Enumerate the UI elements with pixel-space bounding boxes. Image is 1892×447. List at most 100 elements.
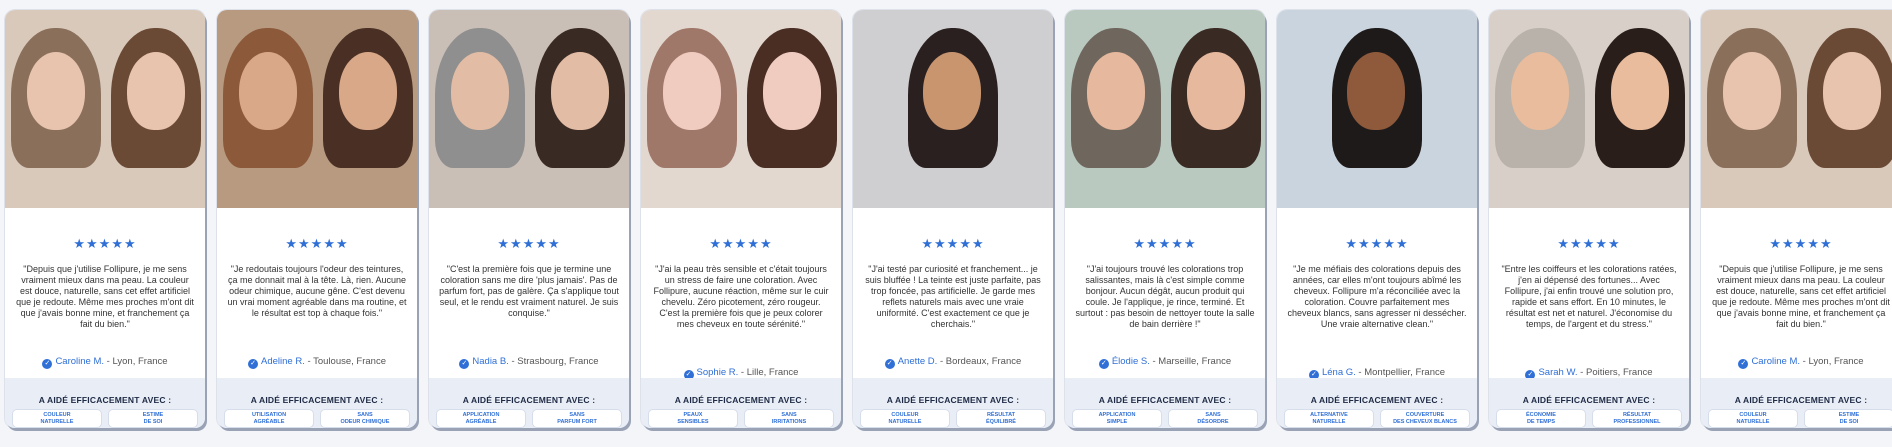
benefits-footer: A AIDÉ EFFICACEMENT AVEC : COULEUR NATURE…	[1701, 378, 1892, 428]
testimonial-card: ★★★★★ "C'est la première fois que je term…	[429, 10, 629, 428]
testimonial-quote: "J'ai la peau très sensible et c'était t…	[653, 264, 829, 329]
author-name: Sophie R.	[696, 367, 739, 378]
rating-stars: ★★★★★	[1133, 236, 1197, 251]
benefit-tag: SANS DÉSORDRE	[1169, 410, 1257, 427]
author-location: - Lille, France	[738, 367, 799, 378]
rating-stars: ★★★★★	[1557, 236, 1621, 251]
author-location: - Bordeaux, France	[937, 356, 1022, 367]
before-after-photo	[5, 10, 205, 208]
author-location: - Montpellier, France	[1355, 367, 1446, 378]
benefits-footer: A AIDÉ EFFICACEMENT AVEC : ÉCONOMIE DE TE…	[1489, 378, 1689, 428]
verified-check-icon: ✓	[459, 359, 470, 369]
testimonial-card: ★★★★★ "J'ai testé par curiosité et franch…	[853, 10, 1053, 428]
testimonial-card: ★★★★★ "J'ai toujours trouvé les coloratio…	[1065, 10, 1265, 428]
before-after-photo	[853, 10, 1053, 208]
rating-stars: ★★★★★	[285, 236, 349, 251]
benefits-title: A AIDÉ EFFICACEMENT AVEC :	[1522, 395, 1656, 405]
verified-check-icon: ✓	[1098, 359, 1109, 369]
testimonial-author: ✓ Élodie S. - Marseille, France	[1065, 356, 1265, 369]
testimonial-quote: "Depuis que j'utilise Follipure, je me s…	[1712, 264, 1890, 329]
author-location: - Toulouse, France	[304, 356, 386, 367]
testimonial-quote: "Depuis que j'utilise Follipure, je me s…	[16, 264, 194, 329]
benefit-tag: ESTIME DE SOI	[109, 410, 197, 427]
benefit-tag: ESTIME DE SOI	[1805, 410, 1892, 427]
benefit-tag: COUVERTURE DES CHEVEUX BLANCS	[1381, 410, 1469, 427]
before-after-photo	[1277, 10, 1477, 208]
benefit-tag: PEAUX SENSIBLES	[649, 410, 737, 427]
benefit-tag: ÉCONOMIE DE TEMPS	[1497, 410, 1585, 427]
benefits-footer: A AIDÉ EFFICACEMENT AVEC : UTILISATION AG…	[217, 378, 417, 428]
benefits-title: A AIDÉ EFFICACEMENT AVEC :	[1734, 395, 1868, 405]
before-after-photo	[641, 10, 841, 208]
testimonial-author: ✓ Caroline M. - Lyon, France	[5, 356, 205, 369]
benefit-tag: COULEUR NATURELLE	[861, 410, 949, 427]
testimonial-card: ★★★★★ "Depuis que j'utilise Follipure, je…	[1701, 10, 1892, 428]
author-location: - Lyon, France	[104, 356, 168, 367]
benefit-tag: APPLICATION AGRÉABLE	[437, 410, 525, 427]
benefit-tag: ALTERNATIVE NATURELLE	[1285, 410, 1373, 427]
verified-check-icon: ✓	[42, 359, 53, 369]
testimonial-quote: "J'ai toujours trouvé les colorations tr…	[1075, 264, 1255, 329]
rating-stars: ★★★★★	[73, 236, 137, 251]
author-location: - Marseille, France	[1149, 356, 1232, 367]
benefits-footer: A AIDÉ EFFICACEMENT AVEC : COULEUR NATURE…	[5, 378, 205, 428]
author-location: - Poitiers, France	[1577, 367, 1653, 378]
testimonial-author: ✓ Adeline R. - Toulouse, France	[217, 356, 417, 369]
benefit-tag: COULEUR NATURELLE	[13, 410, 101, 427]
testimonial-quote: "Je redoutais toujours l'odeur des teint…	[227, 264, 407, 318]
benefit-tag: UTILISATION AGRÉABLE	[225, 410, 313, 427]
before-after-photo	[429, 10, 629, 208]
testimonial-card: ★★★★★ "J'ai la peau très sensible et c'ét…	[641, 10, 841, 428]
benefits-title: A AIDÉ EFFICACEMENT AVEC :	[462, 395, 596, 405]
verified-check-icon: ✓	[248, 359, 258, 369]
before-after-photo	[217, 10, 417, 208]
testimonial-author: ✓ Caroline M. - Lyon, France	[1701, 356, 1892, 369]
verified-check-icon: ✓	[884, 359, 895, 369]
testimonial-card: ★★★★★ "Depuis que j'utilise Follipure, je…	[5, 10, 205, 428]
testimonial-card: ★★★★★ "Entre les coiffeurs et les colorat…	[1489, 10, 1689, 428]
benefit-tag: RÉSULTAT ÉQUILIBRÉ	[957, 410, 1045, 427]
benefits-title: A AIDÉ EFFICACEMENT AVEC :	[886, 395, 1020, 405]
benefits-footer: A AIDÉ EFFICACEMENT AVEC : APPLICATION AG…	[429, 378, 629, 428]
testimonial-carousel[interactable]: ★★★★★ "Depuis que j'utilise Follipure, je…	[5, 10, 1892, 430]
author-name: Adeline R.	[261, 356, 305, 367]
rating-stars: ★★★★★	[709, 236, 773, 251]
rating-stars: ★★★★★	[1345, 236, 1409, 251]
author-name: Sarah W.	[1538, 367, 1578, 378]
benefits-title: A AIDÉ EFFICACEMENT AVEC :	[1098, 395, 1232, 405]
testimonial-quote: "Entre les coiffeurs et les colorations …	[1501, 264, 1677, 329]
rating-stars: ★★★★★	[1769, 236, 1833, 251]
benefits-title: A AIDÉ EFFICACEMENT AVEC :	[250, 395, 384, 405]
testimonial-author: ✓ Anette D. - Bordeaux, France	[853, 356, 1053, 369]
author-name: Léna G.	[1321, 367, 1356, 378]
author-name: Caroline M.	[1751, 356, 1801, 367]
before-after-photo	[1701, 10, 1892, 208]
testimonial-card: ★★★★★ "Je redoutais toujours l'odeur des …	[217, 10, 417, 428]
author-location: - Strasbourg, France	[508, 356, 599, 367]
testimonial-quote: "C'est la première fois que je termine u…	[439, 264, 619, 318]
benefits-footer: A AIDÉ EFFICACEMENT AVEC : PEAUX SENSIBLE…	[641, 378, 841, 428]
author-name: Anette D.	[897, 356, 938, 367]
benefits-title: A AIDÉ EFFICACEMENT AVEC :	[38, 395, 172, 405]
benefits-footer: A AIDÉ EFFICACEMENT AVEC : APPLICATION SI…	[1065, 378, 1265, 428]
author-name: Élodie S.	[1111, 356, 1150, 367]
benefits-footer: A AIDÉ EFFICACEMENT AVEC : COULEUR NATURE…	[853, 378, 1053, 428]
author-location: - Lyon, France	[1800, 356, 1864, 367]
benefit-tag: SANS PARFUM FORT	[533, 410, 621, 427]
benefit-tag: SANS ODEUR CHIMIQUE	[321, 410, 409, 427]
verified-check-icon: ✓	[1738, 359, 1749, 369]
testimonial-quote: "Je me méfiais des colorations depuis de…	[1287, 264, 1467, 329]
benefits-footer: A AIDÉ EFFICACEMENT AVEC : ALTERNATIVE NA…	[1277, 378, 1477, 428]
benefit-tag: SANS IRRITATIONS	[745, 410, 833, 427]
author-name: Caroline M.	[55, 356, 105, 367]
testimonial-quote: "J'ai testé par curiosité et franchement…	[865, 264, 1041, 329]
before-after-photo	[1489, 10, 1689, 208]
before-after-photo	[1065, 10, 1265, 208]
benefit-tag: RÉSULTAT PROFESSIONNEL	[1593, 410, 1681, 427]
author-name: Nadia B.	[472, 356, 509, 367]
rating-stars: ★★★★★	[921, 236, 985, 251]
benefits-title: A AIDÉ EFFICACEMENT AVEC :	[1310, 395, 1444, 405]
benefit-tag: APPLICATION SIMPLE	[1073, 410, 1161, 427]
testimonial-card: ★★★★★ "Je me méfiais des colorations depu…	[1277, 10, 1477, 428]
benefits-title: A AIDÉ EFFICACEMENT AVEC :	[674, 395, 808, 405]
